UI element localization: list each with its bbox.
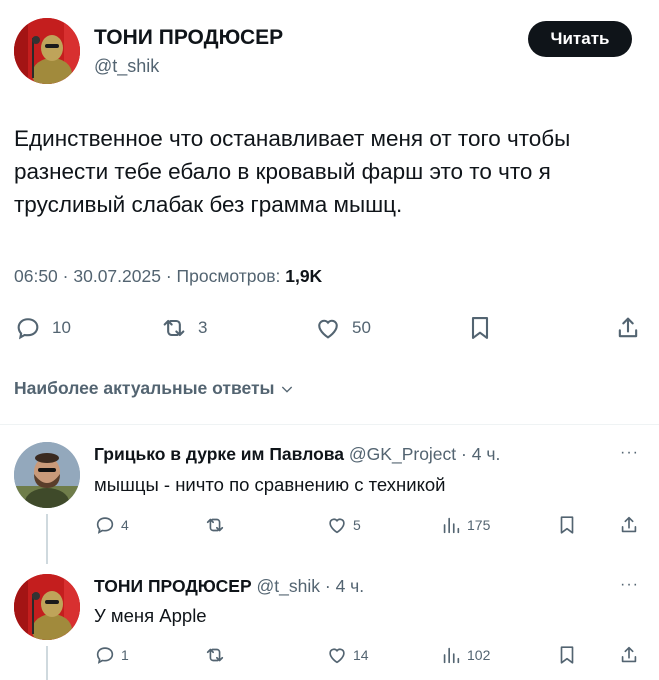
views-label: Просмотров: bbox=[176, 266, 281, 286]
meta-separator: · bbox=[165, 266, 172, 286]
reply-avatar[interactable] bbox=[14, 442, 80, 508]
reply-author-name[interactable]: Грицько в дурке им Павлова bbox=[94, 444, 344, 464]
reply-reply-button[interactable]: 4 bbox=[94, 514, 129, 536]
reply-time[interactable]: 4 ч. bbox=[336, 576, 365, 596]
chevron-down-icon bbox=[281, 386, 292, 393]
reply-views-count: 175 bbox=[467, 517, 491, 533]
follow-button[interactable]: Читать bbox=[528, 21, 632, 57]
views-icon bbox=[443, 647, 460, 664]
share-icon bbox=[621, 516, 637, 533]
share-button[interactable] bbox=[614, 314, 642, 342]
reply-repost-button[interactable] bbox=[204, 514, 226, 536]
repost-icon bbox=[206, 518, 224, 532]
reply-icon bbox=[17, 318, 39, 340]
author-avatar[interactable] bbox=[14, 18, 80, 84]
tweet-text: Единственное что останавливает меня от т… bbox=[14, 126, 571, 217]
reply-icon bbox=[96, 647, 114, 664]
reply-author-handle[interactable]: @t_shik bbox=[257, 576, 320, 596]
reply-bookmark-button[interactable] bbox=[556, 644, 578, 666]
author-name[interactable]: ТОНИ ПРОДЮСЕР bbox=[94, 26, 283, 50]
more-icon[interactable]: ··· bbox=[620, 444, 639, 462]
reply-repost-button[interactable] bbox=[204, 644, 226, 666]
sort-label: Наиболее актуальные ответы bbox=[14, 378, 275, 398]
reply-views-button[interactable]: 175 bbox=[440, 514, 490, 536]
reply-button[interactable]: 10 bbox=[14, 314, 71, 342]
reply-like-count: 5 bbox=[353, 517, 361, 533]
reply-header: Грицько в дурке им Павлова @GK_Project ·… bbox=[94, 444, 500, 465]
reply-text: У меня Apple bbox=[94, 605, 207, 626]
tweet-meta: 06:50 · 30.07.2025 · Просмотров: 1,9K bbox=[14, 266, 322, 287]
reply-reply-count: 4 bbox=[121, 517, 129, 533]
reply-author-handle[interactable]: @GK_Project bbox=[349, 444, 456, 464]
reply-like-count: 14 bbox=[353, 647, 369, 663]
reply-header: ТОНИ ПРОДЮСЕР @t_shik · 4 ч. bbox=[94, 576, 364, 597]
reply-like-button[interactable]: 5 bbox=[326, 514, 361, 536]
divider bbox=[0, 424, 659, 425]
bookmark-icon bbox=[560, 646, 574, 664]
reply-text: мышцы - ничто по сравнению с техникой bbox=[94, 474, 446, 495]
author-handle[interactable]: @t_shik bbox=[94, 56, 159, 77]
bookmark-icon bbox=[471, 317, 489, 339]
views-icon bbox=[443, 517, 460, 534]
meta-separator: · bbox=[324, 576, 331, 596]
reply-share-button[interactable] bbox=[618, 644, 640, 666]
reply-bookmark-button[interactable] bbox=[556, 514, 578, 536]
reply-reply-count: 1 bbox=[121, 647, 129, 663]
like-icon bbox=[329, 648, 345, 664]
repost-icon bbox=[206, 648, 224, 662]
like-icon bbox=[329, 518, 345, 534]
repost-count: 3 bbox=[198, 318, 208, 337]
meta-separator: · bbox=[62, 266, 69, 286]
reply-avatar[interactable] bbox=[14, 574, 80, 640]
bookmark-button[interactable] bbox=[466, 314, 494, 342]
thread-line bbox=[46, 646, 48, 680]
bookmark-icon bbox=[560, 516, 574, 534]
more-icon[interactable]: ··· bbox=[620, 576, 639, 594]
like-count: 50 bbox=[352, 318, 371, 337]
share-icon bbox=[618, 317, 638, 338]
like-button[interactable]: 50 bbox=[314, 314, 371, 342]
meta-separator: · bbox=[461, 444, 467, 464]
reply-share-button[interactable] bbox=[618, 514, 640, 536]
like-icon bbox=[318, 319, 338, 339]
reply-icon bbox=[96, 517, 114, 534]
views-count[interactable]: 1,9K bbox=[285, 266, 322, 286]
reply-views-count: 102 bbox=[467, 647, 491, 663]
thread-line bbox=[46, 514, 48, 564]
reply-like-button[interactable]: 14 bbox=[326, 644, 369, 666]
reply-count: 10 bbox=[52, 318, 71, 337]
reply-reply-button[interactable]: 1 bbox=[94, 644, 129, 666]
sort-replies-dropdown[interactable]: Наиболее актуальные ответы bbox=[14, 378, 295, 399]
repost-button[interactable]: 3 bbox=[160, 314, 207, 342]
reply-views-button[interactable]: 102 bbox=[440, 644, 490, 666]
reply-author-name[interactable]: ТОНИ ПРОДЮСЕР bbox=[94, 576, 252, 596]
reply-time[interactable]: 4 ч. bbox=[472, 444, 501, 464]
share-icon bbox=[621, 646, 637, 663]
tweet-time[interactable]: 06:50 bbox=[14, 266, 58, 286]
tweet-date[interactable]: 30.07.2025 bbox=[73, 266, 161, 286]
repost-icon bbox=[163, 319, 185, 337]
